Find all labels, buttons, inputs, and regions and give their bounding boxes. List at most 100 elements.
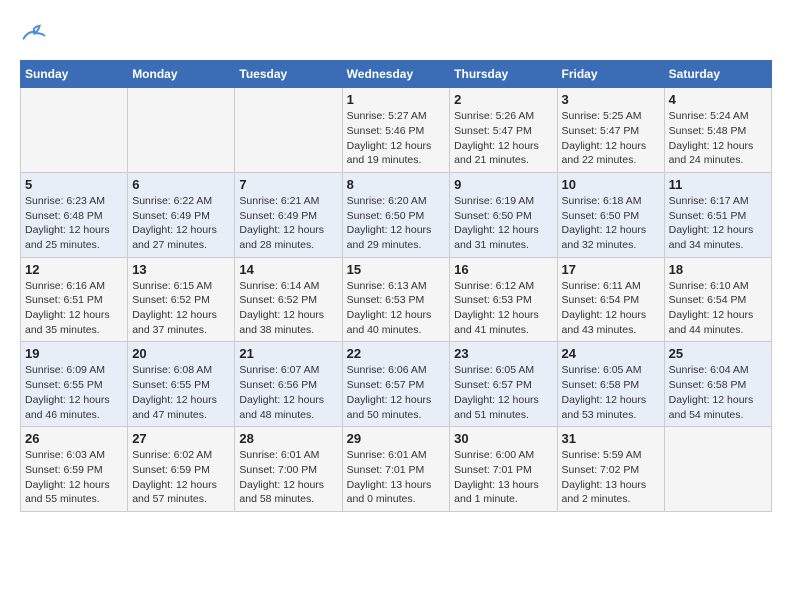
- day-info: Sunrise: 6:03 AMSunset: 6:59 PMDaylight:…: [25, 448, 123, 507]
- day-number: 19: [25, 346, 123, 361]
- day-info: Sunrise: 6:21 AMSunset: 6:49 PMDaylight:…: [239, 194, 337, 253]
- calendar-cell: [664, 427, 771, 512]
- calendar-cell: 18 Sunrise: 6:10 AMSunset: 6:54 PMDayligh…: [664, 257, 771, 342]
- day-info: Sunrise: 6:10 AMSunset: 6:54 PMDaylight:…: [669, 279, 767, 338]
- day-info: Sunrise: 6:14 AMSunset: 6:52 PMDaylight:…: [239, 279, 337, 338]
- day-number: 5: [25, 177, 123, 192]
- day-info: Sunrise: 6:11 AMSunset: 6:54 PMDaylight:…: [562, 279, 660, 338]
- day-number: 11: [669, 177, 767, 192]
- calendar-cell: 3 Sunrise: 5:25 AMSunset: 5:47 PMDaylight…: [557, 88, 664, 173]
- calendar-cell: 31 Sunrise: 5:59 AMSunset: 7:02 PMDayligh…: [557, 427, 664, 512]
- page-header: [20, 20, 772, 44]
- day-info: Sunrise: 5:59 AMSunset: 7:02 PMDaylight:…: [562, 448, 660, 507]
- day-number: 2: [454, 92, 552, 107]
- weekday-header-tuesday: Tuesday: [235, 61, 342, 88]
- day-info: Sunrise: 5:24 AMSunset: 5:48 PMDaylight:…: [669, 109, 767, 168]
- day-info: Sunrise: 6:15 AMSunset: 6:52 PMDaylight:…: [132, 279, 230, 338]
- day-info: Sunrise: 6:22 AMSunset: 6:49 PMDaylight:…: [132, 194, 230, 253]
- day-number: 15: [347, 262, 446, 277]
- logo: [20, 20, 46, 44]
- day-number: 3: [562, 92, 660, 107]
- day-number: 25: [669, 346, 767, 361]
- calendar-cell: 22 Sunrise: 6:06 AMSunset: 6:57 PMDayligh…: [342, 342, 450, 427]
- day-info: Sunrise: 6:02 AMSunset: 6:59 PMDaylight:…: [132, 448, 230, 507]
- day-info: Sunrise: 6:16 AMSunset: 6:51 PMDaylight:…: [25, 279, 123, 338]
- day-info: Sunrise: 5:25 AMSunset: 5:47 PMDaylight:…: [562, 109, 660, 168]
- day-number: 14: [239, 262, 337, 277]
- weekday-header-wednesday: Wednesday: [342, 61, 450, 88]
- day-number: 22: [347, 346, 446, 361]
- day-number: 30: [454, 431, 552, 446]
- weekday-header-friday: Friday: [557, 61, 664, 88]
- day-number: 18: [669, 262, 767, 277]
- weekday-header-saturday: Saturday: [664, 61, 771, 88]
- calendar-cell: 13 Sunrise: 6:15 AMSunset: 6:52 PMDayligh…: [128, 257, 235, 342]
- day-number: 20: [132, 346, 230, 361]
- calendar-cell: 17 Sunrise: 6:11 AMSunset: 6:54 PMDayligh…: [557, 257, 664, 342]
- day-number: 24: [562, 346, 660, 361]
- day-info: Sunrise: 6:17 AMSunset: 6:51 PMDaylight:…: [669, 194, 767, 253]
- day-info: Sunrise: 6:05 AMSunset: 6:57 PMDaylight:…: [454, 363, 552, 422]
- day-number: 21: [239, 346, 337, 361]
- calendar-week-2: 5 Sunrise: 6:23 AMSunset: 6:48 PMDaylight…: [21, 172, 772, 257]
- day-number: 6: [132, 177, 230, 192]
- day-info: Sunrise: 6:19 AMSunset: 6:50 PMDaylight:…: [454, 194, 552, 253]
- calendar-cell: 12 Sunrise: 6:16 AMSunset: 6:51 PMDayligh…: [21, 257, 128, 342]
- day-info: Sunrise: 6:05 AMSunset: 6:58 PMDaylight:…: [562, 363, 660, 422]
- calendar-cell: 23 Sunrise: 6:05 AMSunset: 6:57 PMDayligh…: [450, 342, 557, 427]
- day-info: Sunrise: 6:04 AMSunset: 6:58 PMDaylight:…: [669, 363, 767, 422]
- calendar-cell: 6 Sunrise: 6:22 AMSunset: 6:49 PMDaylight…: [128, 172, 235, 257]
- day-number: 17: [562, 262, 660, 277]
- calendar-cell: 11 Sunrise: 6:17 AMSunset: 6:51 PMDayligh…: [664, 172, 771, 257]
- calendar-cell: 4 Sunrise: 5:24 AMSunset: 5:48 PMDaylight…: [664, 88, 771, 173]
- calendar-cell: 24 Sunrise: 6:05 AMSunset: 6:58 PMDayligh…: [557, 342, 664, 427]
- day-info: Sunrise: 6:01 AMSunset: 7:01 PMDaylight:…: [347, 448, 446, 507]
- day-number: 9: [454, 177, 552, 192]
- calendar-cell: 27 Sunrise: 6:02 AMSunset: 6:59 PMDayligh…: [128, 427, 235, 512]
- day-info: Sunrise: 6:12 AMSunset: 6:53 PMDaylight:…: [454, 279, 552, 338]
- day-info: Sunrise: 6:06 AMSunset: 6:57 PMDaylight:…: [347, 363, 446, 422]
- day-number: 10: [562, 177, 660, 192]
- day-number: 31: [562, 431, 660, 446]
- calendar-cell: [235, 88, 342, 173]
- day-number: 29: [347, 431, 446, 446]
- calendar-cell: 5 Sunrise: 6:23 AMSunset: 6:48 PMDaylight…: [21, 172, 128, 257]
- weekday-header-sunday: Sunday: [21, 61, 128, 88]
- day-number: 23: [454, 346, 552, 361]
- weekday-header-monday: Monday: [128, 61, 235, 88]
- calendar-cell: 20Sunrise: 6:08 AMSunset: 6:55 PMDayligh…: [128, 342, 235, 427]
- day-number: 12: [25, 262, 123, 277]
- calendar-week-1: 1 Sunrise: 5:27 AMSunset: 5:46 PMDaylight…: [21, 88, 772, 173]
- day-info: Sunrise: 6:20 AMSunset: 6:50 PMDaylight:…: [347, 194, 446, 253]
- day-number: 8: [347, 177, 446, 192]
- calendar-cell: 14 Sunrise: 6:14 AMSunset: 6:52 PMDayligh…: [235, 257, 342, 342]
- day-number: 28: [239, 431, 337, 446]
- calendar-cell: 19 Sunrise: 6:09 AMSunset: 6:55 PMDayligh…: [21, 342, 128, 427]
- day-info: Sunrise: 6:09 AMSunset: 6:55 PMDaylight:…: [25, 363, 123, 422]
- weekday-header-row: SundayMondayTuesdayWednesdayThursdayFrid…: [21, 61, 772, 88]
- calendar-cell: [128, 88, 235, 173]
- calendar-cell: 16Sunrise: 6:12 AMSunset: 6:53 PMDayligh…: [450, 257, 557, 342]
- day-number: 26: [25, 431, 123, 446]
- day-info: Sunrise: 6:00 AMSunset: 7:01 PMDaylight:…: [454, 448, 552, 507]
- day-info: Sunrise: 5:27 AMSunset: 5:46 PMDaylight:…: [347, 109, 446, 168]
- calendar-cell: 2 Sunrise: 5:26 AMSunset: 5:47 PMDaylight…: [450, 88, 557, 173]
- day-info: Sunrise: 6:18 AMSunset: 6:50 PMDaylight:…: [562, 194, 660, 253]
- day-number: 27: [132, 431, 230, 446]
- day-info: Sunrise: 5:26 AMSunset: 5:47 PMDaylight:…: [454, 109, 552, 168]
- calendar-cell: 21Sunrise: 6:07 AMSunset: 6:56 PMDayligh…: [235, 342, 342, 427]
- calendar-cell: 30 Sunrise: 6:00 AMSunset: 7:01 PMDayligh…: [450, 427, 557, 512]
- calendar-table: SundayMondayTuesdayWednesdayThursdayFrid…: [20, 60, 772, 512]
- calendar-cell: 26 Sunrise: 6:03 AMSunset: 6:59 PMDayligh…: [21, 427, 128, 512]
- day-info: Sunrise: 6:23 AMSunset: 6:48 PMDaylight:…: [25, 194, 123, 253]
- day-number: 13: [132, 262, 230, 277]
- calendar-cell: 7 Sunrise: 6:21 AMSunset: 6:49 PMDaylight…: [235, 172, 342, 257]
- logo-text: [20, 20, 46, 44]
- calendar-cell: 25 Sunrise: 6:04 AMSunset: 6:58 PMDayligh…: [664, 342, 771, 427]
- day-number: 7: [239, 177, 337, 192]
- calendar-cell: 10 Sunrise: 6:18 AMSunset: 6:50 PMDayligh…: [557, 172, 664, 257]
- calendar-cell: 29 Sunrise: 6:01 AMSunset: 7:01 PMDayligh…: [342, 427, 450, 512]
- day-info: Sunrise: 6:13 AMSunset: 6:53 PMDaylight:…: [347, 279, 446, 338]
- day-number: 1: [347, 92, 446, 107]
- day-number: 4: [669, 92, 767, 107]
